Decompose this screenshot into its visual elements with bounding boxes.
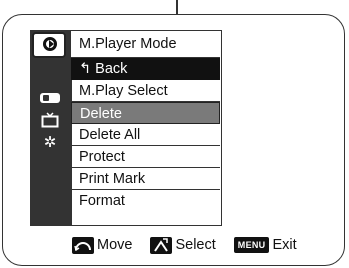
menu-item-mplay-select[interactable]: M.Play Select bbox=[71, 80, 220, 102]
menu-item-back[interactable]: ↰ Back bbox=[71, 58, 220, 80]
icon-sidebar: ✲ bbox=[31, 31, 72, 225]
select-press-icon bbox=[150, 236, 173, 254]
menu-button-badge: MENU bbox=[233, 237, 270, 253]
menu-item-delete-all[interactable]: Delete All bbox=[71, 124, 220, 146]
menu-list: M.Player Mode ↰ Back M.Play Select Delet… bbox=[71, 31, 220, 212]
gear-icon: ✲ bbox=[43, 134, 57, 151]
menu-title: M.Player Mode bbox=[71, 31, 220, 58]
top-connector-line bbox=[176, 0, 178, 14]
menu-item-format[interactable]: Format bbox=[71, 190, 220, 212]
move-dial-icon bbox=[72, 236, 94, 254]
move-label: Move bbox=[97, 237, 133, 253]
battery-icon bbox=[37, 89, 63, 107]
tv-icon bbox=[37, 111, 63, 129]
exit-label: Exit bbox=[272, 237, 297, 253]
menu-panel: ✲ M.Player Mode ↰ Back M.Play Select Del… bbox=[30, 30, 222, 226]
select-label: Select bbox=[175, 237, 216, 253]
menu-item-print-mark[interactable]: Print Mark bbox=[71, 168, 220, 190]
mode-player-icon bbox=[32, 32, 66, 58]
footer-hints: Move Select MENU Exit bbox=[72, 234, 297, 256]
menu-item-delete[interactable]: Delete bbox=[71, 102, 220, 124]
menu-item-protect[interactable]: Protect bbox=[71, 146, 220, 168]
